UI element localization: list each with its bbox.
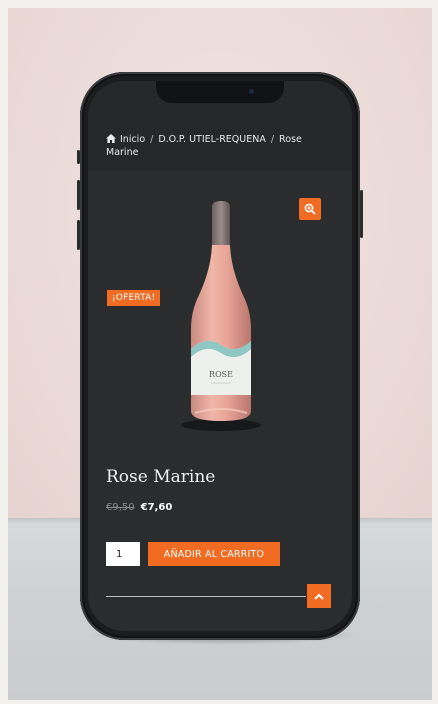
breadcrumb-category-link[interactable]: D.O.P. UTIEL-REQUENA (158, 134, 266, 145)
divider (106, 596, 306, 597)
phone-notch (156, 81, 284, 103)
product-image: ROSE (181, 201, 261, 431)
zoom-button[interactable] (299, 198, 321, 220)
price: €9,50 €7,60 (106, 502, 172, 513)
breadcrumb-separator: / (150, 134, 154, 145)
breadcrumb-separator: / (270, 134, 275, 145)
phone-volume-down (77, 220, 80, 250)
back-to-top-button[interactable] (307, 584, 331, 608)
bottle-label-text: ROSE (209, 370, 233, 379)
product-title: Rose Marine (106, 467, 216, 487)
phone-screen: Inicio / D.O.P. UTIEL-REQUENA / Rose Marine (88, 81, 352, 631)
old-price: €9,50 (106, 502, 135, 513)
breadcrumb: Inicio / D.O.P. UTIEL-REQUENA / Rose Marine (106, 133, 326, 159)
quantity-input[interactable] (106, 542, 140, 566)
phone-mute-switch (77, 150, 80, 164)
add-to-cart-button[interactable]: AÑADIR AL CARRITO (148, 542, 280, 566)
sale-price: €7,60 (140, 502, 173, 513)
front-camera (249, 89, 254, 94)
phone-volume-up (77, 180, 80, 210)
zoom-in-icon (304, 203, 316, 215)
chevron-up-icon (314, 593, 324, 600)
sale-badge: ¡OFERTA! (107, 290, 161, 306)
breadcrumb-home-link[interactable]: Inicio (120, 134, 145, 145)
phone-power-button (360, 190, 363, 238)
home-icon (106, 134, 116, 143)
